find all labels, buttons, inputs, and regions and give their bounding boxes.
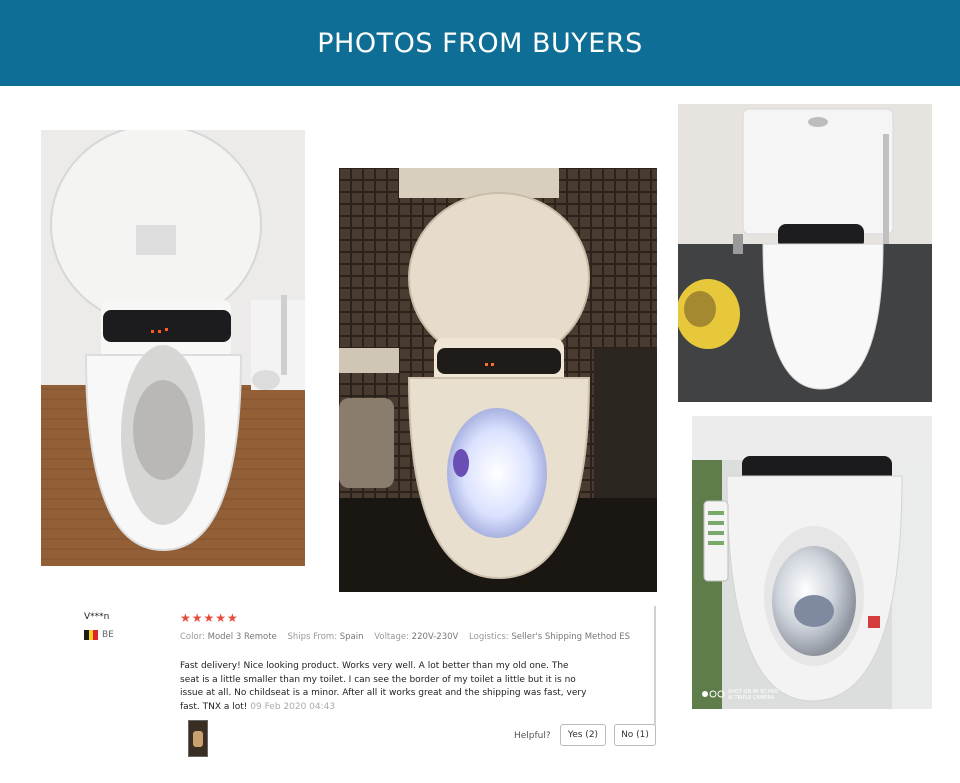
helpful-no-button[interactable]: No (1) [614,724,656,746]
reviewer-name: V***n [84,612,110,622]
color-value: Model 3 Remote [207,632,277,642]
page-header: PHOTOS FROM BUYERS [0,0,960,86]
review-card: V***n BE ★★★★★ Color: Model 3 Remote Shi… [80,600,656,770]
ships-label: Ships From: [287,632,338,642]
helpful-label: Helpful? [514,731,551,741]
buyer-photo-3[interactable] [678,104,932,402]
page-title: PHOTOS FROM BUYERS [317,27,643,59]
review-scrollbar[interactable] [654,606,656,726]
camera-watermark: SHOT ON MI 9T PRO AI TRIPLE CAMERA [728,689,778,701]
buyer-photo-4[interactable]: SHOT ON MI 9T PRO AI TRIPLE CAMERA [692,416,932,709]
logistics-value: Seller's Shipping Method ES [511,632,631,642]
camera-watermark-line2: AI TRIPLE CAMERA [728,695,775,701]
buyer-photo-2[interactable] [339,168,657,592]
helpful-yes-button[interactable]: Yes (2) [560,724,606,746]
reviewer-country-code: BE [102,630,114,640]
review-text-block: Fast delivery! Nice looking product. Wor… [180,660,590,714]
logistics-label: Logistics: [469,632,509,642]
star-rating: ★★★★★ [180,611,239,625]
voltage-value: 220V-230V [411,632,459,642]
belgium-flag-icon [84,630,99,640]
ships-value: Spain [339,632,364,642]
review-photo-thumbnail[interactable] [188,720,208,757]
review-date: 09 Feb 2020 04:43 [250,701,336,712]
buyer-photo-1[interactable] [41,130,305,566]
review-text: Fast delivery! Nice looking product. Wor… [180,661,587,712]
thumbnail-image [193,731,203,747]
color-label: Color: [180,632,205,642]
reviewer-country: BE [84,630,114,640]
voltage-label: Voltage: [374,632,409,642]
review-meta: Color: Model 3 Remote Ships From: Spain … [180,630,656,644]
